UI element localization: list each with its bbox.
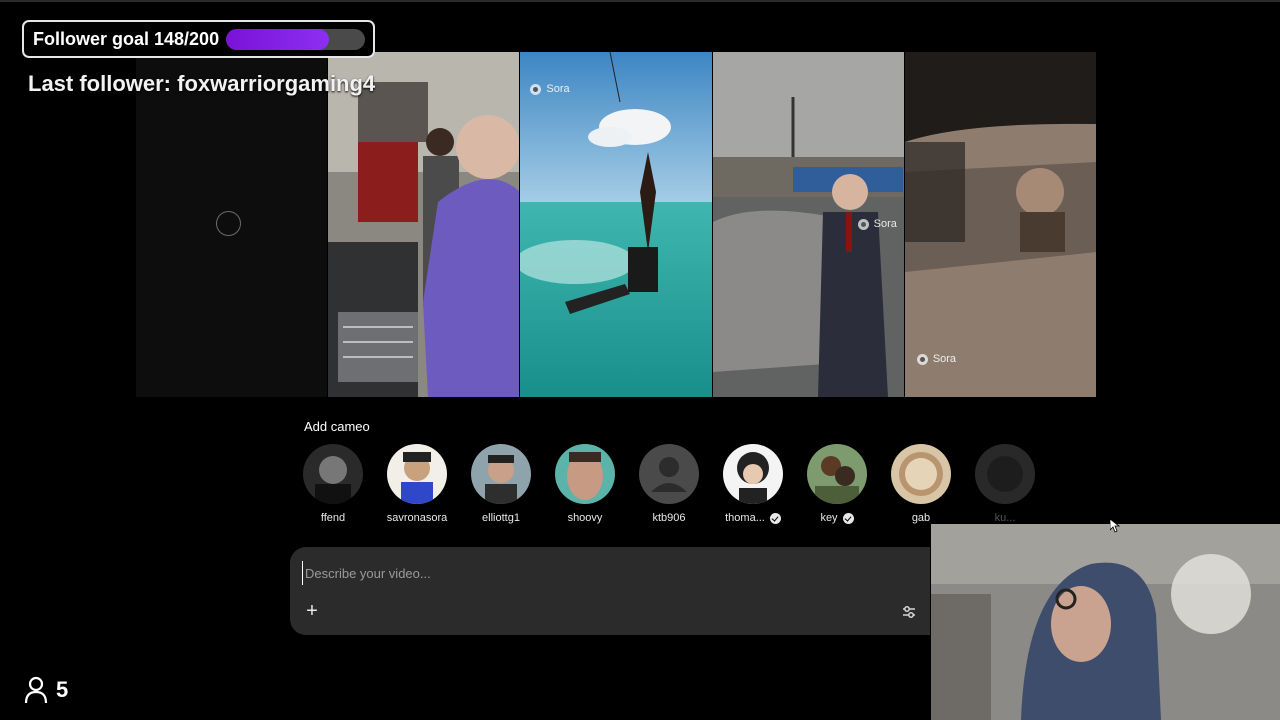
sora-logo-icon: [857, 218, 869, 230]
avatar: [723, 444, 783, 504]
add-cameo-heading: Add cameo: [304, 419, 370, 434]
follower-goal-label: Follower goal 148/200: [33, 28, 220, 49]
cameo-item[interactable]: gab: [879, 444, 963, 524]
watermark-text: Sora: [932, 353, 957, 365]
avatar: [891, 444, 951, 504]
avatar: [555, 444, 615, 504]
cameo-item[interactable]: ffend: [291, 444, 375, 524]
last-follower-text: Last follower: foxwarriorgaming4: [28, 71, 376, 96]
avatar: [639, 444, 699, 504]
mouse-cursor-icon: [1110, 519, 1120, 533]
sora-watermark: Sora: [916, 353, 957, 365]
video-thumbnail: [328, 52, 520, 397]
video-tile-driver[interactable]: Sora: [904, 52, 1097, 397]
avatar: [387, 444, 447, 504]
cameo-name: ku...: [994, 512, 1016, 524]
top-divider: [0, 0, 1280, 2]
sora-watermark: Sora: [857, 218, 897, 230]
person-icon: [24, 676, 48, 704]
video-thumbnail: [904, 52, 1097, 397]
avatar: [975, 444, 1035, 504]
video-tile-mechanic[interactable]: [328, 52, 520, 397]
sora-logo-icon: [530, 83, 542, 95]
cameo-item[interactable]: ktb906: [627, 444, 711, 524]
cameo-name: gab: [911, 512, 931, 524]
video-feed-strip: Sora Sora Sora: [136, 52, 1097, 397]
verified-badge-icon: [842, 512, 854, 524]
loading-spinner-icon: [216, 211, 241, 236]
cameo-name: elliottg1: [482, 512, 520, 524]
cameo-name: ktb906: [652, 512, 686, 524]
viewer-count-number: 5: [56, 677, 69, 702]
avatar: [303, 444, 363, 504]
describe-video-input[interactable]: [302, 561, 865, 585]
cameo-name: key: [795, 512, 879, 524]
cameo-item[interactable]: shoovy: [543, 444, 627, 524]
sora-watermark: Sora: [530, 83, 570, 95]
prompt-composer: +: [290, 547, 930, 635]
verified-badge-icon: [769, 512, 781, 524]
viewer-count: 5: [24, 676, 68, 704]
cameo-item[interactable]: key: [795, 444, 879, 524]
follower-goal-progress-bar: [226, 28, 366, 50]
sliders-icon[interactable]: [900, 603, 918, 621]
cameo-item[interactable]: thoma...: [711, 444, 795, 524]
video-tile-loading[interactable]: [136, 52, 328, 397]
watermark-text: Sora: [546, 83, 570, 95]
cameo-name: savronasora: [386, 512, 448, 524]
cameo-item[interactable]: savronasora: [375, 444, 459, 524]
avatar: [471, 444, 531, 504]
cameo-item[interactable]: elliottg1: [459, 444, 543, 524]
cameo-name: thoma...: [711, 512, 795, 524]
cameo-name: ffend: [320, 512, 346, 524]
video-tile-kitesurf[interactable]: Sora: [520, 52, 712, 397]
plus-icon[interactable]: +: [301, 600, 323, 622]
follower-goal-progress-fill: [226, 28, 329, 50]
video-thumbnail: [520, 52, 712, 397]
sora-logo-icon: [916, 353, 928, 365]
webcam-overlay: [931, 524, 1280, 720]
cameo-name: shoovy: [567, 512, 603, 524]
avatar: [807, 444, 867, 504]
watermark-text: Sora: [873, 218, 897, 230]
video-tile-suit-car[interactable]: Sora: [712, 52, 904, 397]
default-user-icon: [639, 444, 699, 504]
follower-goal-widget: Follower goal 148/200: [22, 20, 375, 58]
cameo-item[interactable]: ku...: [963, 444, 1047, 524]
